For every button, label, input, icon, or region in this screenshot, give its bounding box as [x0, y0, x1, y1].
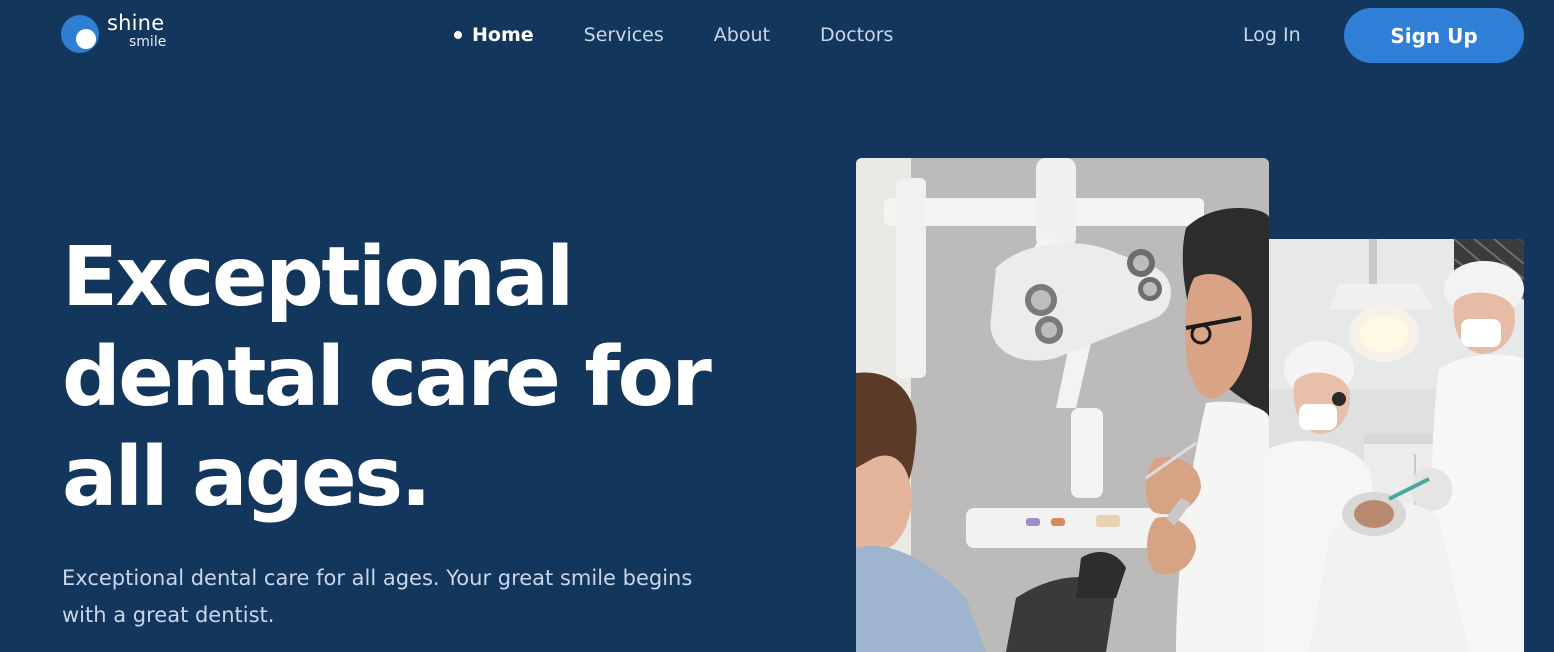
nav-item-doctors[interactable]: Doctors [820, 18, 894, 52]
brand-logo[interactable]: shine smile [61, 11, 181, 56]
main-nav: Home Services About Doctors [452, 18, 943, 52]
dental-procedure-photo [1269, 239, 1524, 652]
nav-item-label: Home [472, 24, 534, 46]
nav-item-services[interactable]: Services [584, 18, 664, 52]
hero-title: Exceptional dental care for all ages. [62, 230, 712, 525]
nav-item-label: Doctors [819, 24, 894, 46]
logo-icon [61, 15, 99, 53]
nav-item-about[interactable]: About [714, 18, 770, 52]
login-link[interactable]: Log In [1243, 18, 1301, 52]
dentist-with-patient-photo [856, 158, 1269, 652]
nav-item-label: About [713, 24, 770, 46]
dentist-illustration-icon [856, 158, 1269, 652]
brand-name-top: shine [107, 11, 165, 35]
hero-subtitle: Exceptional dental care for all ages. Yo… [62, 566, 693, 627]
procedure-illustration-icon [1269, 239, 1524, 652]
brand-name-bottom: smile [129, 34, 167, 50]
active-indicator-icon [454, 31, 462, 39]
nav-item-label: Services [583, 24, 664, 46]
signup-button[interactable]: Sign Up [1344, 8, 1524, 63]
nav-item-home[interactable]: Home [452, 18, 534, 52]
